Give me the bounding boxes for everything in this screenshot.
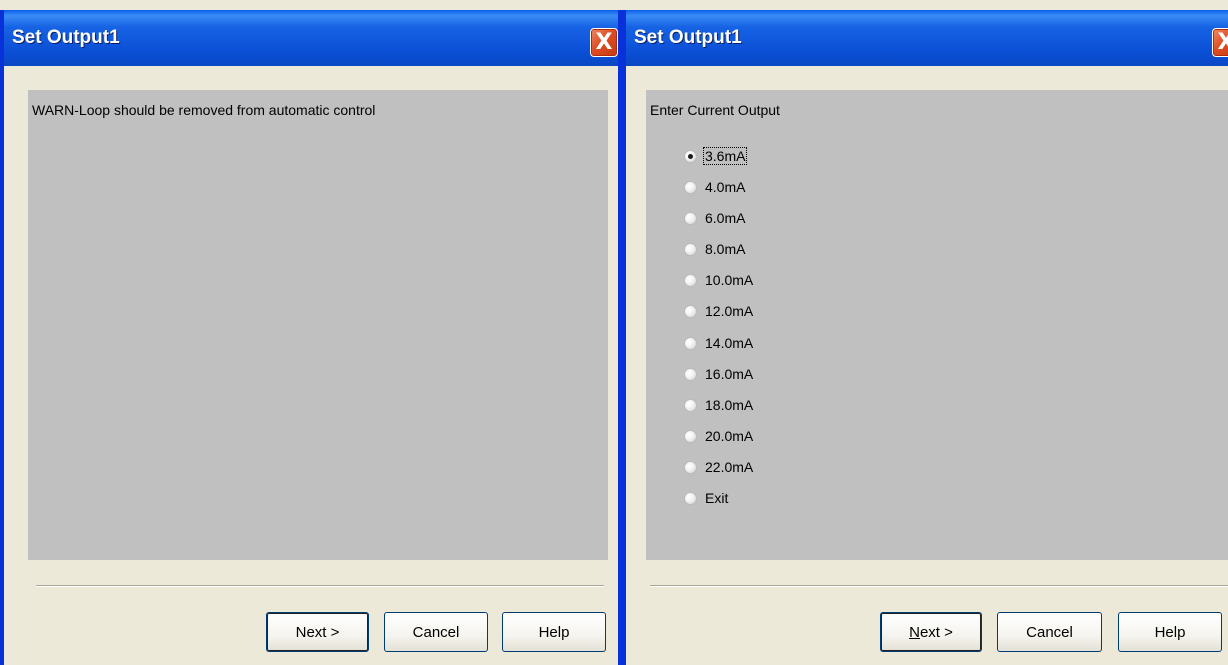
radio-option-label[interactable]: 16.0mA — [704, 366, 754, 382]
next-mnemonic: N — [909, 623, 920, 641]
window-title: Set Output1 — [634, 27, 742, 48]
title-bar[interactable]: Set Output1 X — [626, 10, 1228, 66]
radio-button-icon[interactable] — [684, 492, 697, 506]
help-button[interactable]: Help — [502, 612, 606, 652]
cancel-button[interactable]: Cancel — [384, 612, 488, 652]
radio-option-label[interactable]: 14.0mA — [704, 335, 754, 351]
radio-button-icon[interactable] — [684, 460, 697, 474]
next-button[interactable]: Next > — [880, 612, 982, 652]
help-button[interactable]: Help — [1118, 612, 1222, 652]
radio-option-label[interactable]: 12.0mA — [704, 303, 754, 319]
options-panel: Enter Current Output 3.6mA 4.0mA 6.0mA 8.0m… — [646, 90, 1228, 560]
radio-option-label[interactable]: 8.0mA — [704, 241, 746, 257]
separator — [36, 585, 604, 587]
title-bar[interactable]: Set Output1 X — [4, 10, 618, 66]
next-label: ext > — [919, 623, 953, 641]
radio-button-icon[interactable] — [684, 429, 697, 443]
radio-button-icon[interactable] — [684, 305, 697, 319]
close-icon[interactable]: X — [1212, 28, 1228, 57]
radio-option-label[interactable]: 6.0mA — [704, 210, 746, 226]
separator — [650, 585, 1228, 587]
radio-button-icon[interactable] — [684, 274, 697, 288]
cancel-button[interactable]: Cancel — [997, 612, 1102, 652]
radio-button-icon[interactable] — [684, 398, 697, 412]
radio-option-label[interactable]: 3.6mA — [702, 147, 748, 165]
window-title: Set Output1 — [12, 27, 120, 48]
radio-option-label[interactable]: 22.0mA — [704, 459, 754, 475]
radio-button-icon[interactable] — [684, 336, 697, 350]
radio-button-icon[interactable] — [684, 367, 697, 381]
next-button[interactable]: Next > — [266, 612, 369, 652]
radio-button-icon[interactable] — [684, 212, 697, 226]
radio-option-label[interactable]: 10.0mA — [704, 272, 754, 288]
radio-option-label[interactable]: Exit — [704, 490, 729, 506]
set-output-current-dialog: Set Output1 X Enter Current Output 3.6mA… — [622, 10, 1228, 665]
radio-button-icon[interactable] — [684, 243, 697, 257]
radio-option-label[interactable]: 18.0mA — [704, 397, 754, 413]
set-output-warning-dialog: Set Output1 X WARN-Loop should be remove… — [0, 10, 622, 665]
radio-option-label[interactable]: 20.0mA — [704, 428, 754, 444]
radio-option-label[interactable]: 4.0mA — [704, 179, 746, 195]
message-panel: WARN-Loop should be removed from automat… — [28, 90, 608, 560]
radio-button-icon[interactable] — [684, 150, 697, 163]
prompt-label: Enter Current Output — [650, 102, 780, 118]
warning-message: WARN-Loop should be removed from automat… — [32, 102, 376, 118]
radio-button-icon[interactable] — [684, 181, 697, 195]
close-icon[interactable]: X — [590, 28, 618, 57]
